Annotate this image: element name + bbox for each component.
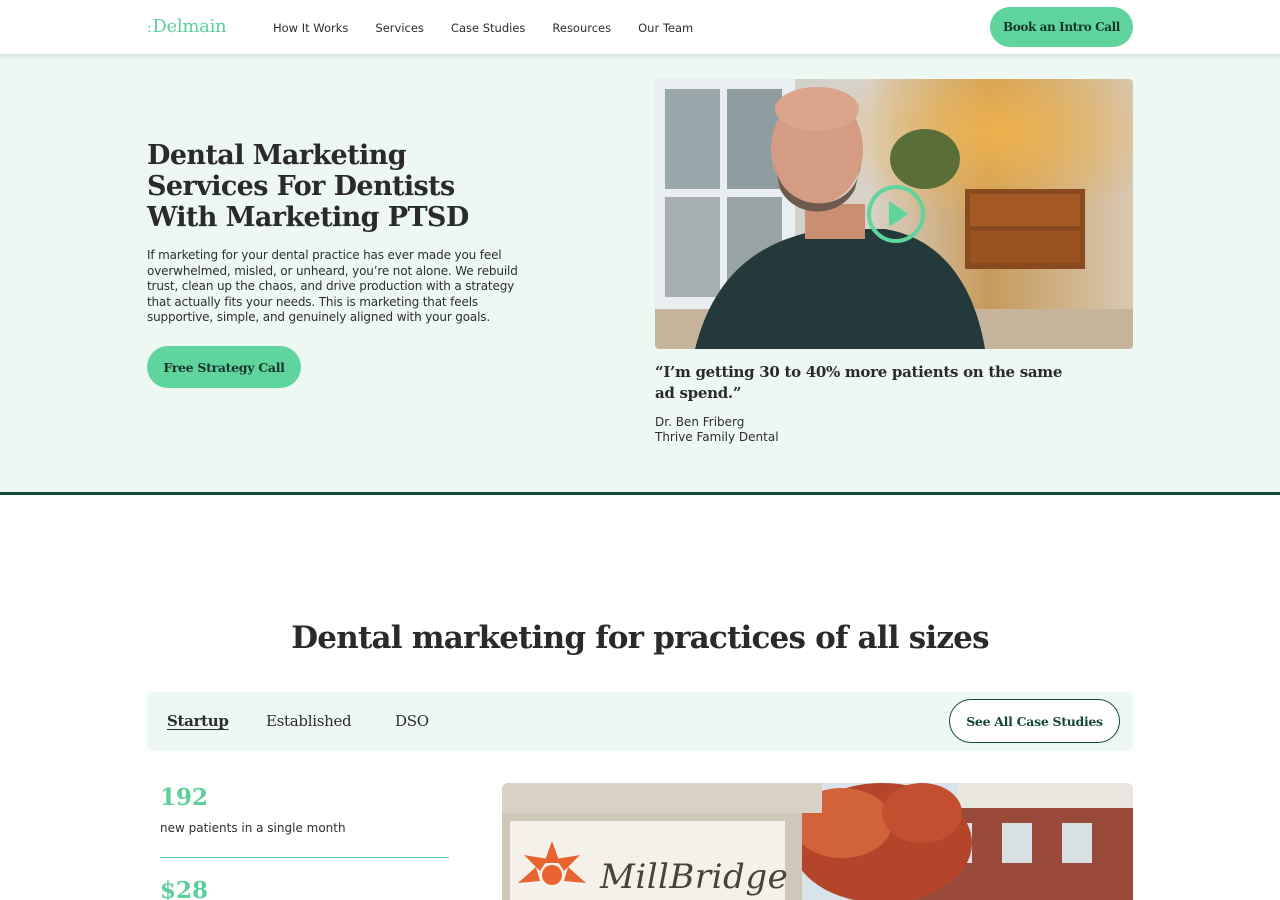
nav-link-our-team[interactable]: Our Team xyxy=(638,21,693,35)
testimonial-author: Dr. Ben Friberg xyxy=(655,415,745,429)
nav-link-case-studies[interactable]: Case Studies xyxy=(451,21,525,35)
top-nav: :Delmain How It Works Services Case Stud… xyxy=(0,0,1280,54)
logo-text: Delmain xyxy=(152,16,227,37)
stat-value: $28 xyxy=(160,877,209,900)
sign-text: MillBridge xyxy=(600,857,789,897)
stat-value: 192 xyxy=(160,784,209,811)
hero-title: Dental Marketing Services For Dentists W… xyxy=(147,140,469,233)
hero-section: Dental Marketing Services For Dentists W… xyxy=(0,54,1280,495)
logo[interactable]: :Delmain xyxy=(147,16,227,37)
hero-description: If marketing for your dental practice ha… xyxy=(147,248,518,324)
millbridge-sign-photo xyxy=(502,783,1133,900)
play-icon[interactable] xyxy=(866,184,926,244)
testimonial-practice: Thrive Family Dental xyxy=(655,430,779,444)
free-strategy-call-button[interactable]: Free Strategy Call xyxy=(147,346,301,388)
nav-links: How It Works Services Case Studies Resou… xyxy=(273,21,720,35)
nav-link-how-it-works[interactable]: How It Works xyxy=(273,21,348,35)
stat-label: new patients in a single month xyxy=(160,821,346,835)
section-title: Dental marketing for practices of all si… xyxy=(291,620,989,656)
nav-link-services[interactable]: Services xyxy=(375,21,424,35)
stat-divider xyxy=(160,857,449,858)
testimonial-quote: “I’m getting 30 to 40% more patients on … xyxy=(655,363,1063,402)
practice-size-tabs: Startup Established DSO See All Case Stu… xyxy=(147,692,1133,751)
tab-dso[interactable]: DSO xyxy=(395,712,429,730)
nav-link-resources[interactable]: Resources xyxy=(552,21,611,35)
tab-established[interactable]: Established xyxy=(266,712,352,730)
case-study-image: MillBridge xyxy=(502,783,1133,900)
book-intro-call-button[interactable]: Book an Intro Call xyxy=(990,7,1133,47)
logo-mark: : xyxy=(147,20,152,36)
tab-startup[interactable]: Startup xyxy=(167,712,229,730)
see-all-case-studies-button[interactable]: See All Case Studies xyxy=(949,699,1120,743)
